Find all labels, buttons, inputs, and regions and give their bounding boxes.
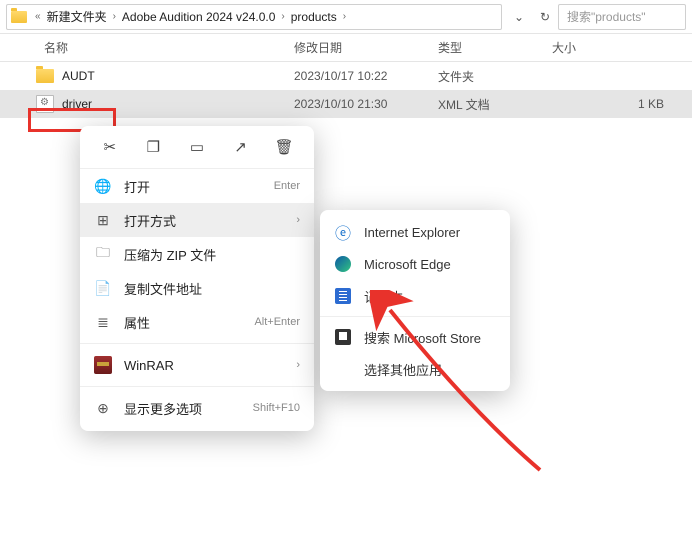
file-list: AUDT 2023/10/17 10:22 文件夹 driver 2023/10…	[0, 62, 692, 118]
folder-icon	[11, 11, 27, 23]
rename-icon[interactable]: ▭	[184, 134, 210, 160]
col-name[interactable]: 名称	[44, 39, 294, 56]
column-header: 名称 修改日期 类型 大小	[0, 34, 692, 62]
edge-icon	[335, 256, 351, 272]
open-with-submenu: ⓔ Internet Explorer Microsoft Edge 记事本 搜…	[320, 210, 510, 391]
breadcrumb[interactable]: « 新建文件夹 › Adobe Audition 2024 v24.0.0 › …	[6, 4, 502, 30]
chevron-right-icon: ›	[296, 359, 300, 371]
file-name: driver	[62, 97, 92, 111]
search-input[interactable]: 搜索"products"	[558, 4, 686, 30]
file-row-driver[interactable]: driver 2023/10/10 21:30 XML 文档 1 KB	[0, 90, 692, 118]
submenu-ie[interactable]: ⓔ Internet Explorer	[320, 216, 510, 248]
context-menu: ✂ ❐ ▭ ↗ 🗑 🌐 打开 Enter ⊞ 打开方式 › 🗀 压缩为 ZIP …	[80, 126, 314, 431]
submenu-store[interactable]: 搜索 Microsoft Store	[320, 321, 510, 353]
properties-icon: ≣	[94, 314, 112, 331]
globe-icon: 🌐	[94, 178, 112, 195]
separator	[80, 386, 314, 387]
file-row-audt[interactable]: AUDT 2023/10/17 10:22 文件夹	[0, 62, 692, 90]
zip-icon: 🗀	[94, 242, 112, 266]
breadcrumb-item[interactable]: Adobe Audition 2024 v24.0.0	[120, 10, 277, 24]
menu-more-options[interactable]: ⊕ 显示更多选项 Shift+F10	[80, 391, 314, 425]
chevron-right-icon: ›	[281, 11, 284, 22]
menu-zip[interactable]: 🗀 压缩为 ZIP 文件	[80, 237, 314, 271]
file-type: 文件夹	[438, 68, 552, 85]
winrar-icon	[94, 356, 112, 374]
breadcrumb-item[interactable]: 新建文件夹	[45, 8, 109, 25]
chevron-right-icon: ›	[343, 11, 346, 22]
menu-open-with[interactable]: ⊞ 打开方式 ›	[80, 203, 314, 237]
notepad-icon	[335, 288, 351, 304]
breadcrumb-item[interactable]: products	[289, 10, 339, 24]
submenu-edge[interactable]: Microsoft Edge	[320, 248, 510, 280]
store-icon	[335, 329, 351, 345]
cut-icon[interactable]: ✂	[97, 134, 123, 160]
menu-winrar[interactable]: WinRAR ›	[80, 348, 314, 382]
chevron-right-icon: ›	[113, 11, 116, 22]
col-type[interactable]: 类型	[438, 39, 552, 56]
more-icon: ⊕	[94, 400, 112, 417]
refresh-icon[interactable]: ↻	[532, 4, 558, 30]
menu-open[interactable]: 🌐 打开 Enter	[80, 169, 314, 203]
file-type: XML 文档	[438, 96, 552, 113]
open-with-icon: ⊞	[94, 212, 112, 229]
col-date[interactable]: 修改日期	[294, 39, 438, 56]
menu-properties[interactable]: ≣ 属性 Alt+Enter	[80, 305, 314, 339]
context-toolbar: ✂ ❐ ▭ ↗ 🗑	[80, 132, 314, 169]
file-date: 2023/10/10 21:30	[294, 97, 438, 111]
submenu-notepad[interactable]: 记事本	[320, 280, 510, 312]
chevron-right-icon: ›	[296, 214, 300, 226]
blank-icon	[334, 360, 352, 378]
share-icon[interactable]: ↗	[228, 134, 254, 160]
copy-icon[interactable]: ❐	[140, 134, 166, 160]
separator	[320, 316, 510, 317]
col-size[interactable]: 大小	[552, 39, 692, 56]
separator	[80, 343, 314, 344]
dropdown-icon[interactable]: ⌄	[506, 4, 532, 30]
file-name: AUDT	[62, 69, 95, 83]
file-size: 1 KB	[552, 97, 692, 111]
delete-icon[interactable]: 🗑	[271, 134, 297, 160]
file-date: 2023/10/17 10:22	[294, 69, 438, 83]
internet-explorer-icon: ⓔ	[334, 223, 352, 241]
folder-icon	[36, 69, 54, 83]
menu-copy-path[interactable]: 📄 复制文件地址	[80, 271, 314, 305]
xml-icon	[36, 95, 54, 113]
submenu-other[interactable]: 选择其他应用	[320, 353, 510, 385]
search-placeholder: 搜索"products"	[567, 8, 646, 25]
chevron-icon: «	[35, 11, 41, 22]
path-icon: 📄	[94, 280, 112, 297]
address-toolbar: « 新建文件夹 › Adobe Audition 2024 v24.0.0 › …	[0, 0, 692, 34]
